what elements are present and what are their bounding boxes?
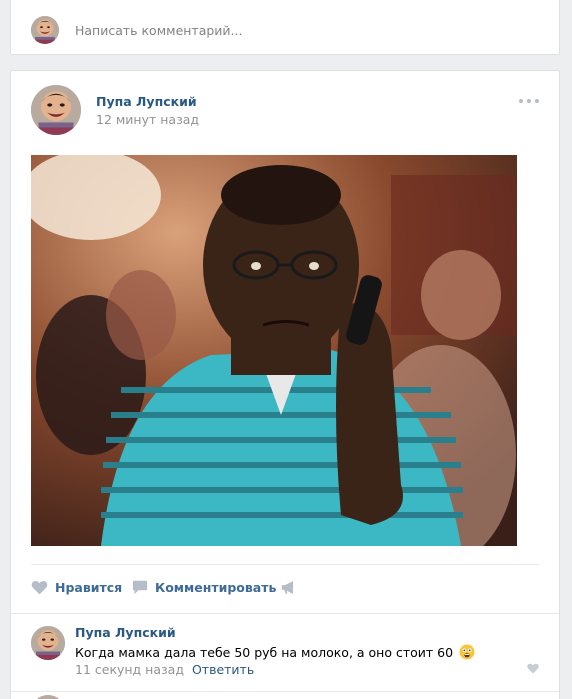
avatar-image — [31, 16, 59, 44]
more-dots-icon[interactable] — [519, 99, 539, 105]
avatar-image — [31, 695, 65, 699]
avatar-image — [31, 626, 65, 660]
post-card: Пупа Лупский 12 минут назад Нравится Ком… — [10, 70, 560, 699]
comment-author-name[interactable]: Пупа Лупский — [75, 625, 176, 640]
heart-icon[interactable] — [527, 663, 539, 674]
comment-author-avatar[interactable] — [31, 626, 65, 660]
comment-input[interactable]: Написать комментарий... — [75, 23, 242, 38]
comment-meta: 11 секунд назад Ответить — [75, 662, 254, 677]
avatar[interactable] — [31, 16, 59, 44]
like-button[interactable]: Нравится — [31, 580, 122, 595]
post-author-avatar[interactable] — [31, 85, 81, 135]
avatar-image — [31, 85, 81, 135]
reply-button[interactable]: Ответить — [192, 662, 254, 677]
post-author-name[interactable]: Пупа Лупский — [96, 94, 197, 109]
megaphone-icon — [281, 581, 293, 594]
comment-timestamp[interactable]: 11 секунд назад — [75, 662, 184, 677]
comment-label: Комментировать — [155, 580, 277, 595]
share-button[interactable] — [281, 580, 304, 595]
next-comment-avatar[interactable] — [31, 695, 65, 699]
divider — [11, 613, 559, 614]
comment-icon — [132, 580, 148, 595]
comment-text: Когда мамка дала тебе 50 руб на молоко, … — [75, 645, 454, 660]
heart-icon — [31, 580, 48, 595]
comment-composer: Написать комментарий... — [10, 0, 560, 55]
comment-button[interactable]: Комментировать — [132, 580, 276, 595]
like-label: Нравится — [55, 580, 123, 595]
meme-photo-image — [31, 155, 517, 546]
comment-text-line: Когда мамка дала тебе 50 руб на молоко, … — [75, 644, 475, 660]
post-timestamp[interactable]: 12 минут назад — [96, 112, 199, 127]
scared-face-emoji — [459, 644, 475, 660]
divider — [11, 691, 559, 692]
post-photo[interactable] — [31, 155, 517, 546]
divider — [31, 564, 539, 565]
